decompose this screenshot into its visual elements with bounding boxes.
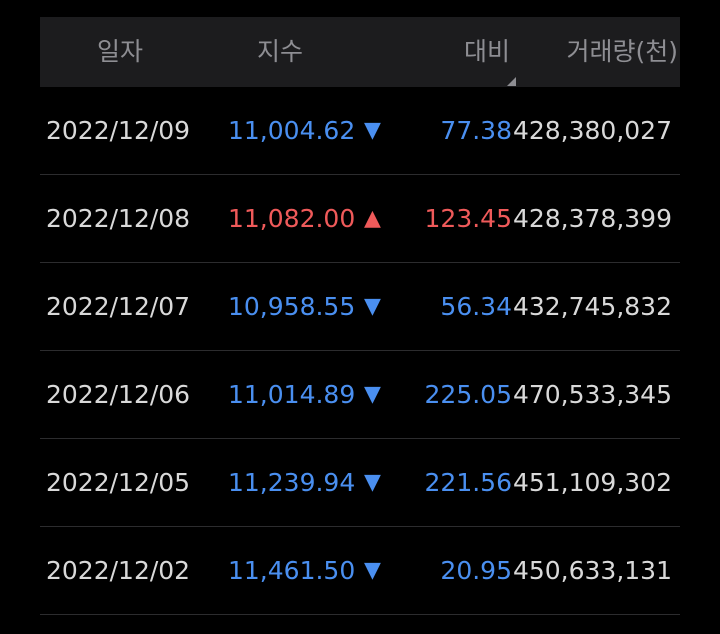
row-volume: 470,533,345	[512, 380, 672, 409]
table-row[interactable]: 2022/12/02 11,461.50 ▼ 20.95 450,633,131	[40, 527, 680, 615]
row-date: 2022/12/02	[46, 556, 191, 585]
row-index-value: 11,239.94	[228, 468, 356, 497]
row-date: 2022/12/08	[46, 204, 191, 233]
row-index-value: 11,004.62	[228, 116, 356, 145]
down-arrow-icon: ▼	[364, 470, 381, 495]
page: 일자 지수 대비 거래량(천) 2022/12/09 11,004.62 ▼ 7…	[0, 0, 720, 634]
down-arrow-icon: ▼	[364, 118, 381, 143]
table-row[interactable]: 2022/12/06 11,014.89 ▼ 225.05 470,533,34…	[40, 351, 680, 439]
down-arrow-icon: ▼	[364, 294, 381, 319]
row-volume: 428,378,399	[512, 204, 672, 233]
row-date: 2022/12/06	[46, 380, 191, 409]
row-change-value: 221.56	[424, 468, 512, 497]
row-volume: 450,633,131	[512, 556, 672, 585]
row-index-value: 10,958.55	[228, 292, 356, 321]
row-change-value: 77.38	[440, 116, 512, 145]
sort-indicator-icon[interactable]	[507, 77, 516, 86]
row-change-value: 123.45	[424, 204, 512, 233]
table-row[interactable]: 2022/12/05 11,239.94 ▼ 221.56 451,109,30…	[40, 439, 680, 527]
up-arrow-icon: ▲	[364, 206, 381, 231]
row-date: 2022/12/05	[46, 468, 191, 497]
row-change-value: 225.05	[424, 380, 512, 409]
table-row[interactable]: 2022/12/08 11,082.00 ▲ 123.45 428,378,39…	[40, 175, 680, 263]
row-index-value: 11,082.00	[228, 204, 356, 233]
row-date: 2022/12/07	[46, 292, 191, 321]
table-row[interactable]: 2022/12/09 11,004.62 ▼ 77.38 428,380,027	[40, 87, 680, 175]
header-change[interactable]: 대비	[360, 17, 510, 87]
table-row[interactable]: 2022/12/07 10,958.55 ▼ 56.34 432,745,832	[40, 263, 680, 351]
row-change-value: 56.34	[440, 292, 512, 321]
header-date[interactable]: 일자	[40, 17, 200, 87]
row-index-value: 11,461.50	[228, 556, 356, 585]
row-index-value: 11,014.89	[228, 380, 356, 409]
row-change-value: 20.95	[440, 556, 512, 585]
row-date: 2022/12/09	[46, 116, 191, 145]
row-volume: 432,745,832	[512, 292, 672, 321]
row-volume: 451,109,302	[512, 468, 672, 497]
down-arrow-icon: ▼	[364, 382, 381, 407]
row-volume: 428,380,027	[512, 116, 672, 145]
down-arrow-icon: ▼	[364, 558, 381, 583]
table-header: 일자 지수 대비 거래량(천)	[40, 17, 680, 87]
header-index[interactable]: 지수	[200, 17, 360, 87]
index-history-table: 일자 지수 대비 거래량(천) 2022/12/09 11,004.62 ▼ 7…	[40, 17, 680, 615]
header-volume[interactable]: 거래량(천)	[518, 17, 678, 87]
